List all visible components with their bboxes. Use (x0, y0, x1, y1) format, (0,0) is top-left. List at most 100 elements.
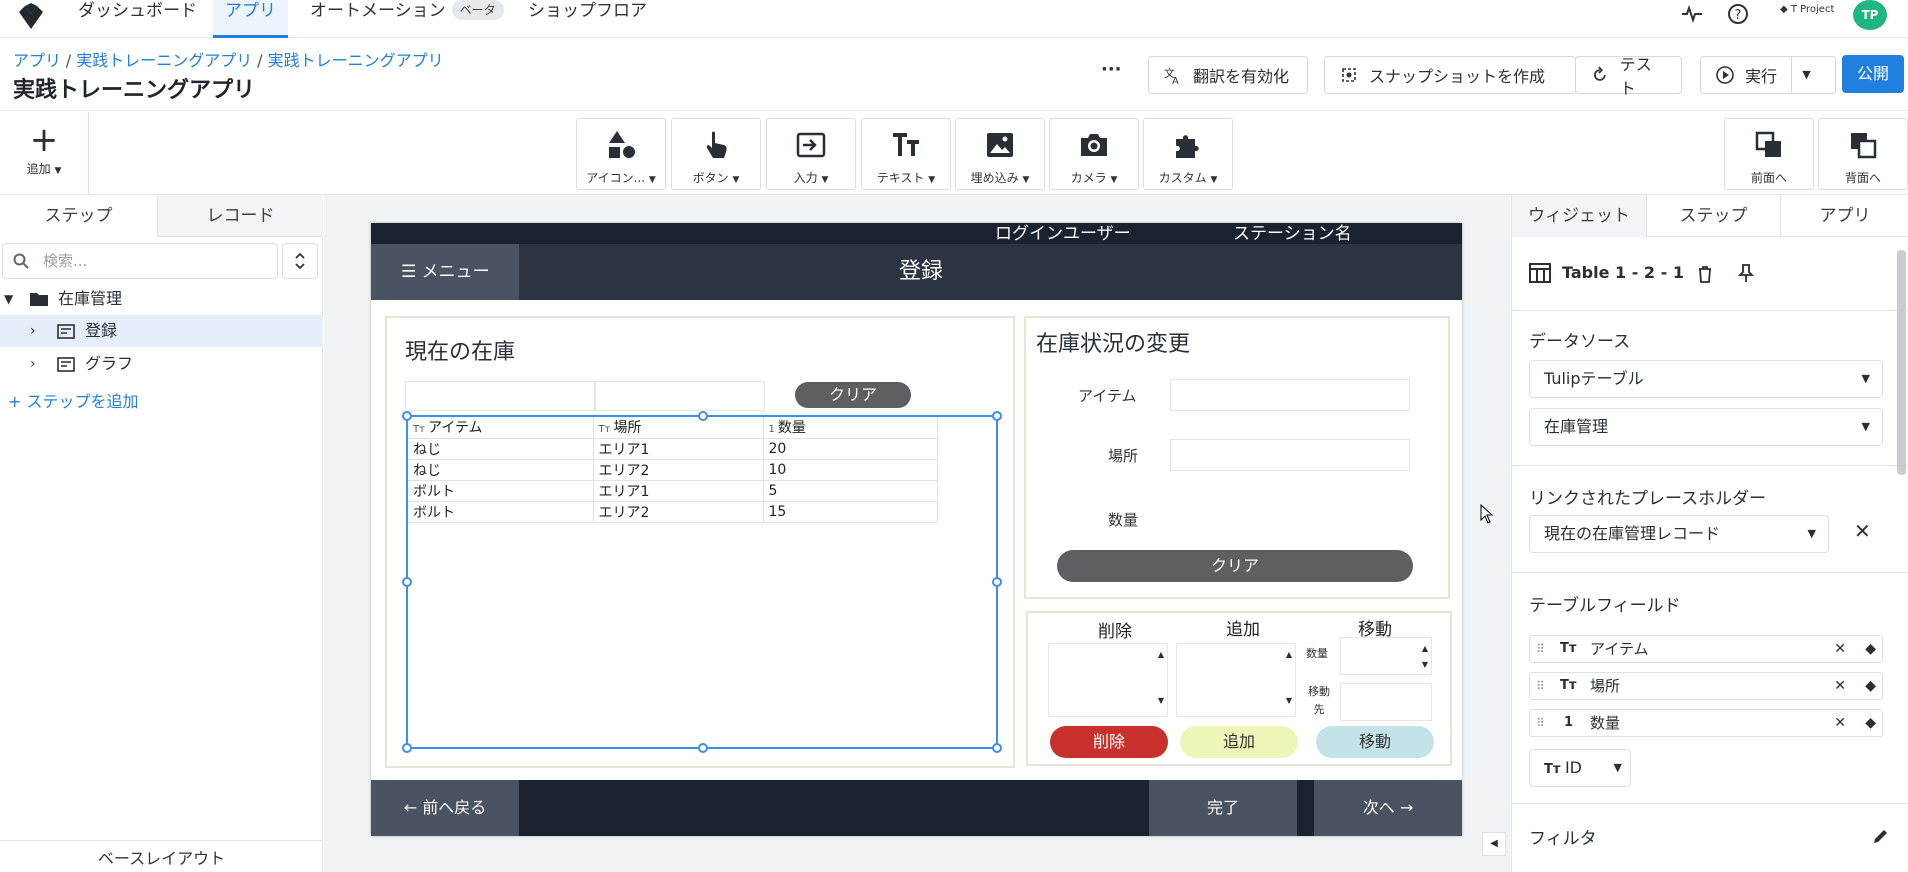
menu-button[interactable]: ☰ メニュー (371, 244, 519, 300)
table-header-cell[interactable]: 1 数量 (763, 417, 938, 439)
breadcrumb-app-2[interactable]: 実践トレーニングアプリ (268, 51, 444, 70)
run-button[interactable]: 実行 ▼ (1700, 56, 1836, 94)
resize-handle[interactable] (992, 577, 1002, 587)
tab-step[interactable]: ステップ (1646, 195, 1780, 237)
tab-steps[interactable]: ステップ (0, 195, 157, 237)
table-select[interactable]: 在庫管理 ▼ (1529, 408, 1883, 446)
item-input[interactable] (1170, 379, 1410, 411)
remove-field-icon[interactable]: ✕ (1834, 673, 1846, 699)
bring-front-button[interactable]: 前面へ (1724, 118, 1814, 190)
label-tag-icon[interactable]: ◆ (1865, 710, 1876, 736)
project-selector[interactable]: ◆ T Project (1780, 4, 1834, 15)
tab-widget[interactable]: ウィジェット (1512, 195, 1646, 237)
table-row[interactable]: ボルト エリア2 15 (408, 501, 938, 523)
step-search-input[interactable]: 検索... (2, 243, 278, 279)
resize-handle[interactable] (402, 743, 412, 753)
more-options-button[interactable]: ··· (1101, 59, 1122, 80)
base-layout-button[interactable]: ベースレイアウト (0, 840, 323, 872)
resize-handle[interactable] (698, 743, 708, 753)
resize-handle[interactable] (992, 411, 1002, 421)
drag-handle-icon[interactable]: ⠿ (1536, 710, 1545, 736)
icon-widget-button[interactable]: アイコン... ▼ (576, 118, 666, 190)
activity-icon[interactable] (1680, 2, 1704, 26)
complete-button[interactable]: 完了 (1149, 780, 1297, 836)
translate-button[interactable]: 文A 翻訳を有効化 (1148, 56, 1308, 94)
table-field-row[interactable]: ⠿ Tт 場所 ✕ ◆ (1529, 672, 1883, 700)
table-row[interactable]: ボルト エリア1 5 (408, 480, 938, 502)
resize-handle[interactable] (698, 411, 708, 421)
test-button[interactable]: テスト (1575, 55, 1682, 98)
resize-handle[interactable] (402, 577, 412, 587)
snapshot-button[interactable]: スナップショットを作成 (1324, 56, 1576, 94)
datasource-select[interactable]: Tulipテーブル ▼ (1529, 360, 1883, 398)
tab-records[interactable]: レコード (157, 195, 323, 237)
nav-shopfloor[interactable]: ショップフロア (516, 0, 659, 38)
stepper-up-icon[interactable]: ▲ (1422, 644, 1428, 653)
custom-widget-button[interactable]: カスタム ▼ (1143, 118, 1233, 190)
expand-collapse-button[interactable] (282, 243, 318, 279)
input-widget-button[interactable]: 入力 ▼ (766, 118, 856, 190)
button-widget-button[interactable]: ボタン ▼ (671, 118, 761, 190)
table-header-cell[interactable]: Tт 場所 (593, 417, 764, 439)
edit-pencil-icon[interactable] (1872, 827, 1890, 845)
next-step-button[interactable]: 次へ → (1314, 780, 1462, 836)
stepper-up-icon[interactable]: ▲ (1158, 650, 1164, 659)
breadcrumb-app-1[interactable]: 実践トレーニングアプリ (76, 51, 252, 70)
filter-place-input[interactable] (595, 381, 765, 411)
add-field-select[interactable]: Tт ID ▼ (1529, 749, 1631, 787)
move-button[interactable]: 移動 (1316, 726, 1434, 758)
camera-widget-button[interactable]: カメラ ▼ (1049, 118, 1139, 190)
scrollbar[interactable] (1897, 250, 1906, 475)
tulip-logo-icon[interactable] (14, 2, 48, 32)
tab-app[interactable]: アプリ (1780, 195, 1908, 237)
label-tag-icon[interactable]: ◆ (1865, 673, 1876, 699)
trash-icon[interactable] (1697, 265, 1713, 283)
stepper-up-icon[interactable]: ▲ (1286, 650, 1292, 659)
previous-step-button[interactable]: ← 前へ戻る (371, 780, 519, 836)
table-row[interactable]: ねじ エリア1 20 (408, 438, 938, 460)
table-field-row[interactable]: ⠿ Tт アイテム ✕ ◆ (1529, 635, 1883, 663)
send-back-button[interactable]: 背面へ (1818, 118, 1908, 190)
publish-button[interactable]: 公開 (1842, 55, 1904, 93)
resize-handle[interactable] (992, 743, 1002, 753)
text-widget-button[interactable]: テキスト ▼ (861, 118, 951, 190)
label-tag-icon[interactable]: ◆ (1865, 636, 1876, 662)
remove-field-icon[interactable]: ✕ (1834, 636, 1846, 662)
widget-name[interactable]: Table 1 - 2 - 1 (1562, 263, 1684, 282)
table-field-row[interactable]: ⠿ 1 数量 ✕ ◆ (1529, 709, 1883, 737)
linked-placeholder-select[interactable]: 現在の在庫管理レコード ▼ (1529, 515, 1829, 553)
delete-quantity-stepper[interactable]: ▲ ▼ (1048, 643, 1168, 717)
stepper-down-icon[interactable]: ▼ (1422, 660, 1428, 669)
tree-group-inventory[interactable]: ▼ 在庫管理 (0, 283, 323, 315)
stepper-down-icon[interactable]: ▼ (1158, 696, 1164, 705)
clear-filter-button[interactable]: クリア (795, 382, 911, 408)
delete-button[interactable]: 削除 (1050, 726, 1168, 758)
embed-widget-button[interactable]: 埋め込み ▼ (955, 118, 1045, 190)
tree-step-graph[interactable]: › グラフ (0, 348, 323, 380)
add-button[interactable]: + 追加 ▼ (0, 112, 89, 195)
add-step-link[interactable]: + ステップを追加 (8, 388, 139, 412)
add-quantity-stepper[interactable]: ▲ ▼ (1176, 643, 1296, 717)
move-destination-input[interactable] (1340, 683, 1432, 721)
nav-apps[interactable]: アプリ (213, 0, 288, 38)
close-icon[interactable]: ✕ (1854, 519, 1871, 543)
filter-item-input[interactable] (405, 381, 595, 411)
table-header-cell[interactable]: Tт アイテム (408, 417, 594, 439)
table-row[interactable]: ねじ エリア2 10 (408, 459, 938, 481)
remove-field-icon[interactable]: ✕ (1834, 710, 1846, 736)
add-button[interactable]: 追加 (1180, 726, 1298, 758)
place-input[interactable] (1170, 439, 1410, 471)
pin-icon[interactable] (1738, 263, 1754, 283)
breadcrumb-apps[interactable]: アプリ (13, 51, 61, 70)
drag-handle-icon[interactable]: ⠿ (1536, 636, 1545, 662)
nav-automation[interactable]: オートメーション ベータ (298, 0, 516, 38)
collapse-panel-button[interactable]: ◀ (1482, 832, 1506, 856)
clear-form-button[interactable]: クリア (1057, 550, 1413, 582)
help-icon[interactable]: ? (1726, 2, 1750, 26)
selected-table-widget[interactable]: Tт アイテム Tт 場所 1 数量 ねじ エリア1 20 ねじ エリア2 10 ボル… (402, 411, 1002, 753)
stepper-down-icon[interactable]: ▼ (1286, 696, 1292, 705)
tree-step-register[interactable]: › 登録 (0, 315, 323, 347)
resize-handle[interactable] (402, 411, 412, 421)
user-avatar[interactable]: TP (1853, 0, 1887, 30)
nav-dashboard[interactable]: ダッシュボード (66, 0, 209, 38)
